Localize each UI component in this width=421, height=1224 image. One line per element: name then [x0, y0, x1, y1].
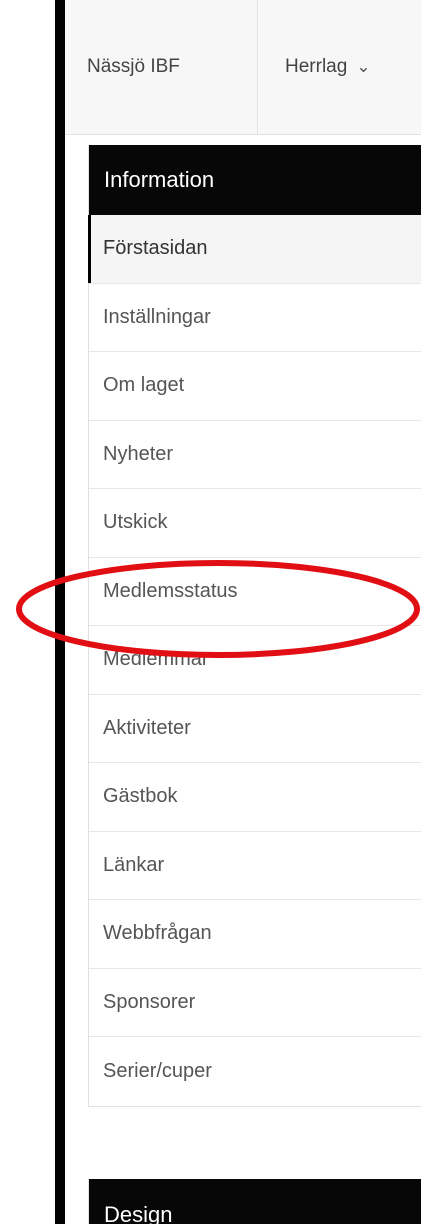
- information-section-header: Information: [89, 145, 421, 215]
- left-edge-bar: [55, 0, 65, 1224]
- menu-item-webbfragan[interactable]: Webbfrågan: [89, 900, 421, 969]
- topbar-divider: [257, 0, 258, 134]
- menu-item-serier-cuper[interactable]: Serier/cuper: [89, 1037, 421, 1106]
- information-menu-list: Förstasidan Inställningar Om laget Nyhet…: [88, 215, 421, 1107]
- menu-item-medlemmar[interactable]: Medlemmar: [89, 626, 421, 695]
- menu-item-installningar[interactable]: Inställningar: [89, 283, 421, 352]
- information-menu-panel: Information Förstasidan Inställningar Om…: [88, 145, 421, 1107]
- menu-item-aktiviteter[interactable]: Aktiviteter: [89, 694, 421, 763]
- team-select-dropdown[interactable]: Herrlag ⌄: [285, 0, 371, 134]
- menu-item-gastbok[interactable]: Gästbok: [89, 763, 421, 832]
- team-select-value: Herrlag: [285, 56, 348, 77]
- chevron-down-icon: ⌄: [356, 57, 371, 76]
- menu-item-om-laget[interactable]: Om laget: [89, 352, 421, 421]
- menu-item-forstasidan[interactable]: Förstasidan: [88, 215, 421, 284]
- app-screenshot: Nässjö IBF Herrlag ⌄ Information Förstas…: [0, 0, 421, 1224]
- design-menu-panel: Design: [88, 1179, 421, 1224]
- menu-item-medlemsstatus[interactable]: Medlemsstatus: [89, 557, 421, 626]
- menu-item-lankar[interactable]: Länkar: [89, 831, 421, 900]
- menu-item-utskick[interactable]: Utskick: [89, 489, 421, 558]
- team-name-link[interactable]: Nässjö IBF: [87, 0, 257, 134]
- design-section-header[interactable]: Design: [89, 1179, 421, 1224]
- menu-item-nyheter[interactable]: Nyheter: [89, 420, 421, 489]
- team-topbar: Nässjö IBF Herrlag ⌄: [65, 0, 421, 135]
- menu-item-sponsorer[interactable]: Sponsorer: [89, 968, 421, 1037]
